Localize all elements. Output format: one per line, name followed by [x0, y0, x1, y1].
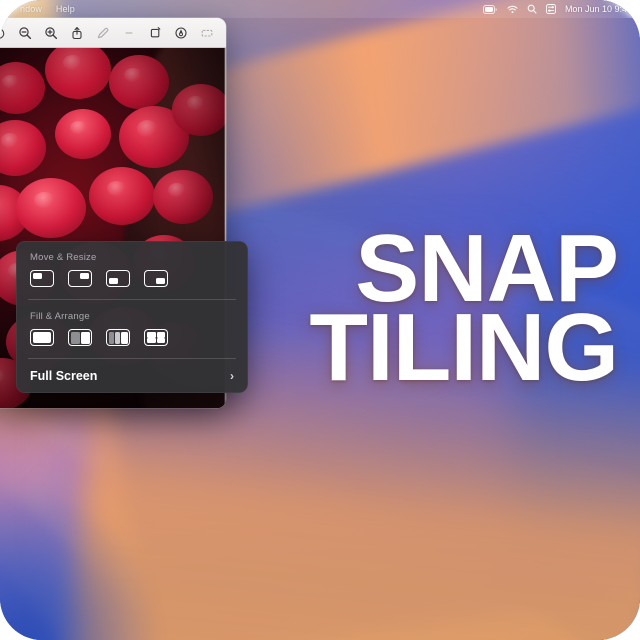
- split-thirds-icon[interactable]: [106, 329, 130, 346]
- quadrant-bottom-right-icon[interactable]: [144, 270, 168, 287]
- menu-divider: [28, 358, 236, 359]
- menu-bar-left: ndow Help: [20, 4, 75, 14]
- rotate-left-icon[interactable]: [0, 22, 12, 44]
- split-halves-icon[interactable]: [68, 329, 92, 346]
- fill-and-arrange-section: [16, 329, 248, 356]
- share-icon[interactable]: [64, 22, 90, 44]
- separator-icon: [116, 22, 142, 44]
- fill-screen-icon[interactable]: [30, 329, 54, 346]
- full-screen-menu-item[interactable]: Full Screen ›: [16, 367, 248, 389]
- move-and-resize-label: Move & Resize: [30, 252, 97, 263]
- fill-and-arrange-label: Fill & Arrange: [30, 311, 90, 322]
- zoom-out-icon[interactable]: [12, 22, 38, 44]
- menu-bar-status-area: Mon Jun 10 9:41: [482, 4, 632, 14]
- menu-divider: [28, 299, 236, 300]
- search-icon[interactable]: [527, 4, 537, 14]
- control-center-icon[interactable]: [545, 4, 556, 14]
- markup-icon[interactable]: [90, 22, 116, 44]
- wallpaper-left-blue: [0, 371, 269, 640]
- macos-menu-bar: ndow Help Mon Jun 10 9:41: [0, 0, 640, 18]
- move-and-resize-section: [16, 270, 248, 297]
- quadrant-top-left-icon[interactable]: [30, 270, 54, 287]
- search-icon[interactable]: [220, 22, 226, 44]
- quadrant-top-right-icon[interactable]: [68, 270, 92, 287]
- battery-icon[interactable]: [482, 4, 498, 14]
- preview-toolbar: [0, 18, 226, 48]
- wifi-icon[interactable]: [507, 5, 518, 14]
- menu-window[interactable]: ndow: [20, 4, 42, 14]
- full-screen-label: Full Screen: [30, 369, 98, 383]
- desktop-screenshot: ndow Help Mon Jun 10 9:41 Move & Resize …: [0, 0, 640, 640]
- grid-quarters-icon[interactable]: [144, 329, 168, 346]
- chevron-right-icon: ›: [230, 369, 234, 383]
- menu-help[interactable]: Help: [56, 4, 75, 14]
- adjust-color-icon[interactable]: [168, 22, 194, 44]
- crop-icon[interactable]: [142, 22, 168, 44]
- menu-bar-clock[interactable]: Mon Jun 10 9:41: [565, 4, 632, 14]
- rectangle-select-icon[interactable]: [194, 22, 220, 44]
- quadrant-bottom-left-icon[interactable]: [106, 270, 130, 287]
- zoom-in-icon[interactable]: [38, 22, 64, 44]
- window-tiling-menu[interactable]: Move & Resize Fill & Arrange Full Screen…: [16, 241, 248, 393]
